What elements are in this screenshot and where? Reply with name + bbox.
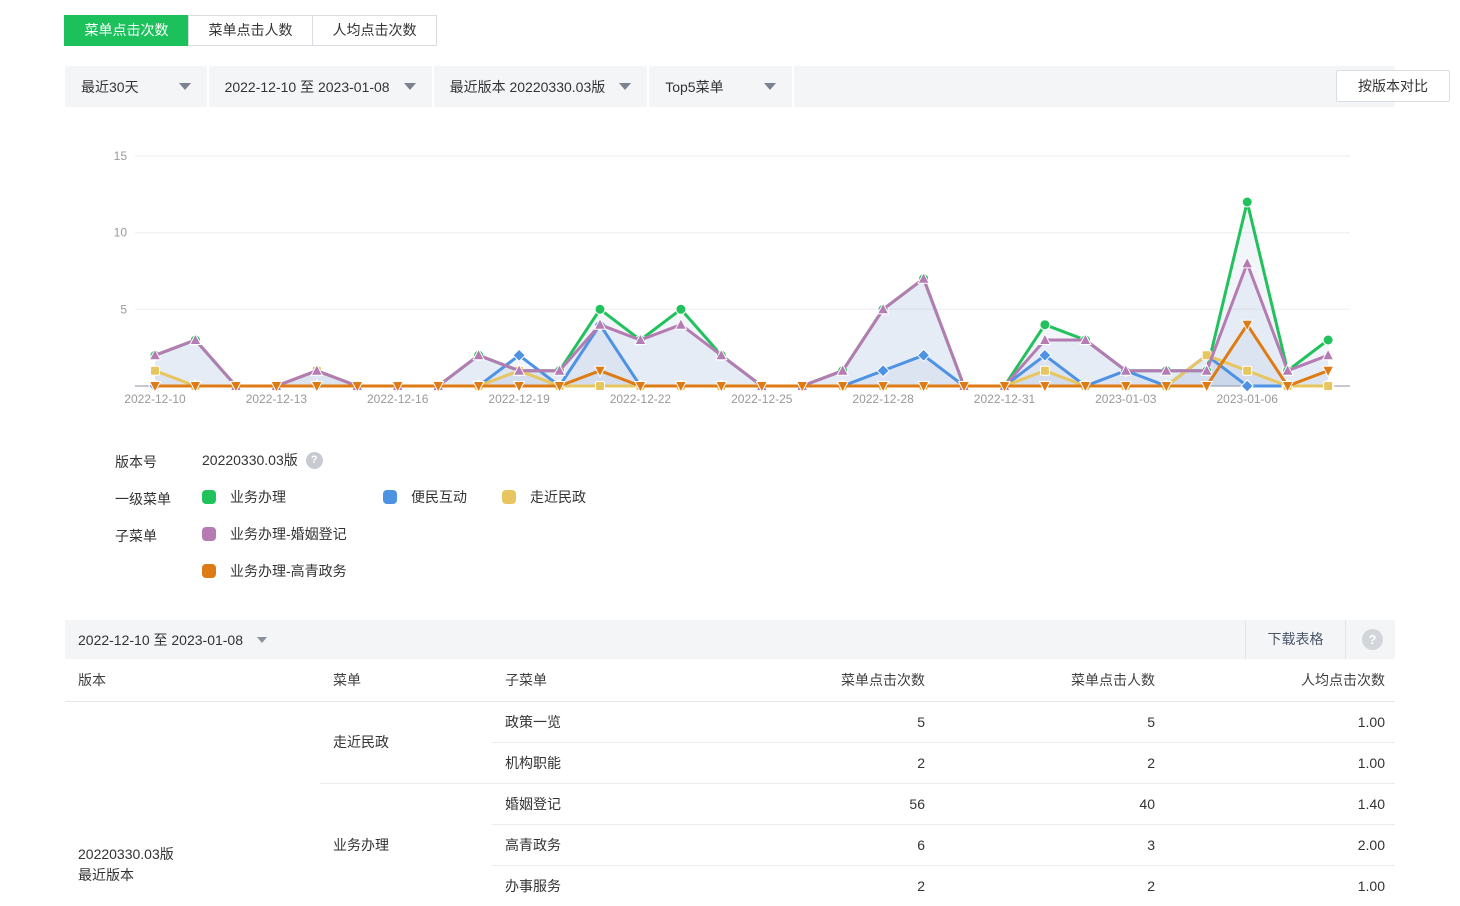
version-number-value: 20220330.03版 (202, 450, 298, 470)
clicks-cell: 2 (740, 742, 940, 783)
legend-item-hunyindengji[interactable]: 业务办理-婚姻登记 (202, 524, 347, 544)
submenu-cell: 机构职能 (492, 742, 740, 783)
chevron-down-icon (619, 83, 631, 90)
compare-by-version-button[interactable]: 按版本对比 (1336, 70, 1450, 102)
legend-item-gaoqingzhengwu[interactable]: 业务办理-高青政务 (202, 561, 347, 581)
chevron-down-icon (179, 83, 191, 90)
help-icon[interactable]: ? (306, 452, 323, 469)
metric-tabs: 菜单点击次数 菜单点击人数 人均点击次数 (65, 15, 437, 46)
divider (1345, 620, 1346, 659)
avg-cell: 1.00 (1168, 865, 1395, 906)
submenu-cell: 办事服务 (492, 865, 740, 906)
tab-avg-clicks[interactable]: 人均点击次数 (312, 15, 437, 46)
avg-cell: 1.40 (1168, 783, 1395, 824)
clicks-trend-chart-svg: 5 10 15 2022-12-10 2022-12-13 2022-12-16 2022-… (65, 100, 1395, 420)
submenu-cell: 婚姻登记 (492, 783, 740, 824)
submenu-cell: 高青政务 (492, 824, 740, 865)
users-cell: 3 (940, 824, 1168, 865)
users-cell: 5 (940, 701, 1168, 742)
stats-table: 版本 菜单 子菜单 菜单点击次数 菜单点击人数 人均点击次数 20220330.… (65, 659, 1395, 906)
chart-legend: 版本号 20220330.03版 ? 一级菜单 业务办理 便民互动 走近民政 子… (65, 440, 1395, 600)
clicks-trend-chart: 5 10 15 2022-12-10 2022-12-13 2022-12-16 2022-… (65, 100, 1395, 420)
table-row: 20220330.03版 最近版本 走近民政 政策一览 5 5 1.00 (65, 701, 1395, 742)
table-section-bar: 2022-12-10 至 2023-01-08 下载表格 ? (65, 620, 1395, 659)
avg-cell: 1.00 (1168, 701, 1395, 742)
svg-text:10: 10 (114, 226, 128, 240)
users-cell: 2 (940, 742, 1168, 783)
version-number: 20220330.03版 ? (202, 450, 323, 470)
version-value: 最近版本 20220330.03版 (450, 77, 606, 97)
users-cell: 40 (940, 783, 1168, 824)
legend-swatch-icon (202, 564, 216, 578)
legend-item-label: 业务办理 (230, 487, 286, 507)
svg-text:2022-12-10: 2022-12-10 (124, 392, 186, 406)
legend-swatch-icon (502, 490, 516, 504)
svg-text:5: 5 (120, 302, 127, 316)
tab-menu-users[interactable]: 菜单点击人数 (188, 15, 313, 46)
level1-menu-label: 一级菜单 (115, 489, 171, 509)
svg-text:2022-12-13: 2022-12-13 (246, 392, 308, 406)
chevron-down-icon (404, 83, 416, 90)
svg-text:2023-01-03: 2023-01-03 (1095, 392, 1157, 406)
avg-cell: 1.00 (1168, 742, 1395, 783)
users-cell: 2 (940, 865, 1168, 906)
svg-text:2022-12-31: 2022-12-31 (974, 392, 1036, 406)
svg-text:2023-01-06: 2023-01-06 (1217, 392, 1279, 406)
preset-range-value: 最近30天 (81, 77, 139, 97)
table-header-row: 版本 菜单 子菜单 菜单点击次数 菜单点击人数 人均点击次数 (65, 659, 1395, 701)
svg-text:2022-12-19: 2022-12-19 (488, 392, 550, 406)
sub-menu-label: 子菜单 (115, 526, 157, 546)
legend-swatch-icon (383, 490, 397, 504)
clicks-cell: 5 (740, 701, 940, 742)
version-cell: 20220330.03版 最近版本 (65, 701, 320, 906)
col-submenu: 子菜单 (492, 659, 740, 701)
legend-swatch-icon (202, 527, 216, 541)
col-avg-clicks: 人均点击次数 (1168, 659, 1395, 701)
menu-cell: 业务办理 (320, 783, 492, 906)
svg-text:2022-12-16: 2022-12-16 (367, 392, 429, 406)
version-latest-label: 最近版本 (78, 865, 320, 886)
table-help-icon[interactable]: ? (1362, 629, 1383, 650)
top-menus-value: Top5菜单 (665, 77, 723, 97)
clicks-cell: 6 (740, 824, 940, 865)
submenu-cell: 政策一览 (492, 701, 740, 742)
legend-swatch-icon (202, 490, 216, 504)
chevron-down-icon (764, 83, 776, 90)
date-range-value: 2022-12-10 至 2023-01-08 (225, 77, 390, 97)
col-menu: 菜单 (320, 659, 492, 701)
svg-text:2022-12-28: 2022-12-28 (852, 392, 914, 406)
svg-text:2022-12-25: 2022-12-25 (731, 392, 793, 406)
table-date-range-dropdown[interactable]: 2022-12-10 至 2023-01-08 (78, 620, 267, 659)
download-table-button[interactable]: 下载表格 (1246, 620, 1345, 659)
svg-text:2022-12-22: 2022-12-22 (610, 392, 672, 406)
avg-cell: 2.00 (1168, 824, 1395, 865)
clicks-cell: 56 (740, 783, 940, 824)
legend-item-label: 便民互动 (411, 487, 467, 507)
svg-text:15: 15 (114, 149, 128, 163)
col-menu-clicks: 菜单点击次数 (740, 659, 940, 701)
legend-item-label: 业务办理-婚姻登记 (230, 524, 347, 544)
legend-item-bianminhudong[interactable]: 便民互动 (383, 487, 467, 507)
col-version: 版本 (65, 659, 320, 701)
menu-cell: 走近民政 (320, 701, 492, 783)
col-menu-users: 菜单点击人数 (940, 659, 1168, 701)
version-name: 20220330.03版 (78, 844, 320, 865)
legend-item-label: 走近民政 (530, 487, 586, 507)
version-number-label: 版本号 (115, 452, 157, 472)
legend-item-label: 业务办理-高青政务 (230, 561, 347, 581)
clicks-cell: 2 (740, 865, 940, 906)
chevron-down-icon (257, 637, 267, 643)
table-date-range-value: 2022-12-10 至 2023-01-08 (78, 630, 243, 650)
tab-menu-clicks[interactable]: 菜单点击次数 (64, 15, 189, 46)
legend-item-yewubanli[interactable]: 业务办理 (202, 487, 286, 507)
legend-item-zoujinminzheng[interactable]: 走近民政 (502, 487, 586, 507)
